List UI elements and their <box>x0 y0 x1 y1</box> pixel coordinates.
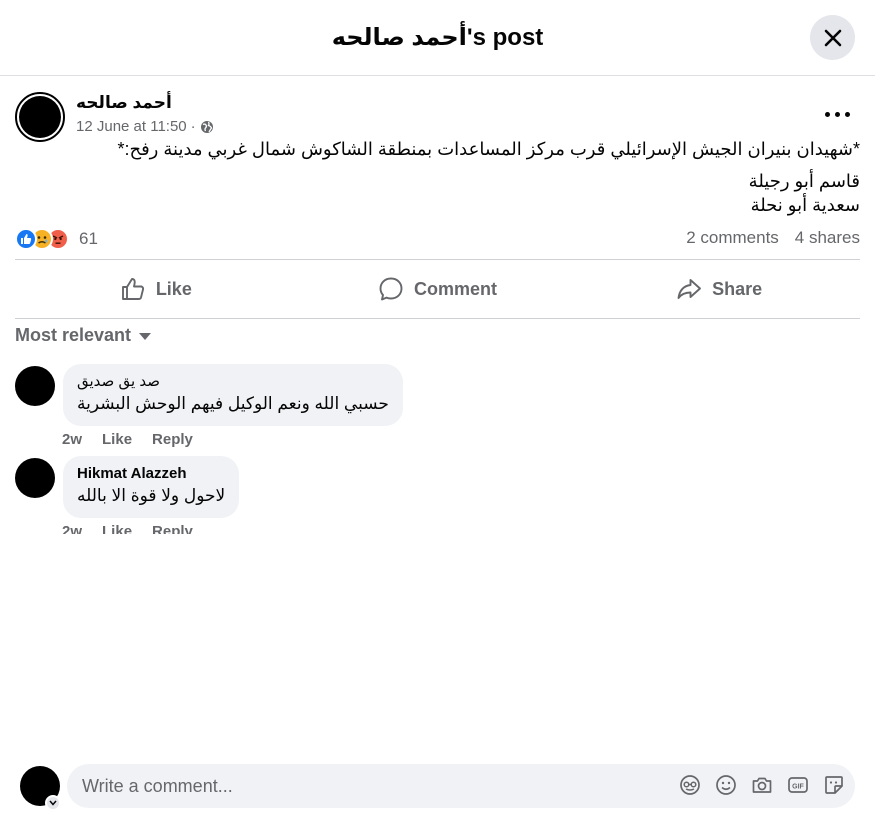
comment-bubble-icon <box>379 277 403 301</box>
post-date[interactable]: 12 June at 11:50 <box>76 118 187 135</box>
comment-label: Comment <box>414 278 498 299</box>
composer-tools: GIF <box>679 774 845 796</box>
share-label: Share <box>712 278 763 299</box>
comment-actions: 2w Like Reply <box>62 523 193 534</box>
comment-actions: 2w Like Reply <box>62 431 193 448</box>
like-reaction-icon <box>15 228 37 250</box>
caret-down-icon <box>139 333 152 340</box>
dialog-header: أحمد صالحه's post <box>0 0 875 76</box>
globe-icon <box>200 120 213 133</box>
comment-sort-dropdown[interactable]: Most relevant <box>15 325 152 346</box>
avatar-sticker-icon[interactable] <box>679 774 701 796</box>
svg-text:GIF: GIF <box>792 784 804 791</box>
comment-like-link[interactable]: Like <box>102 523 132 534</box>
engagement-counts: 2 comments 4 shares <box>686 228 860 248</box>
post-line: *شهيدان بنيران الجيش الإسرائيلي قرب مركز… <box>117 139 860 159</box>
dot-icon <box>835 111 840 117</box>
post-line: سعدية أبو نحلة <box>750 195 860 215</box>
sticker-icon[interactable] <box>823 774 845 796</box>
dialog-title: أحمد صالحه's post <box>331 24 544 51</box>
like-label: Like <box>155 278 192 299</box>
commenter-avatar[interactable] <box>15 458 55 498</box>
divider <box>15 318 860 319</box>
post-header: أحمد صالحه 12 June at 11:50 · <box>15 92 860 142</box>
comment-reply-link[interactable]: Reply <box>152 431 193 448</box>
share-button[interactable]: Share <box>578 260 860 318</box>
comment-like-link[interactable]: Like <box>102 431 132 448</box>
comment-input[interactable] <box>82 775 662 797</box>
reaction-count: 61 <box>79 229 98 248</box>
share-arrow-icon <box>677 279 702 299</box>
gif-icon[interactable]: GIF <box>787 774 809 796</box>
dot-icon <box>825 111 830 117</box>
shares-count-link[interactable]: 4 shares <box>795 228 860 248</box>
comment-text: حسبي الله ونعم الوكيل فيهم الوحش البشرية <box>77 394 389 413</box>
comment-time[interactable]: 2w <box>62 523 82 534</box>
reactions-summary[interactable]: 61 <box>15 226 98 252</box>
comments-count-link[interactable]: 2 comments <box>686 228 779 248</box>
comment-bubble: Hikmat Alazzeh لاحول ولا قوة الا بالله <box>63 456 240 518</box>
like-button[interactable]: Like <box>15 260 297 318</box>
dot-icon <box>845 111 850 117</box>
comment-text: لاحول ولا قوة الا بالله <box>77 486 226 505</box>
comment-composer: GIF <box>67 764 855 808</box>
post-dialog: أحمد صالحه's post أحمد صالحه 12 June at … <box>0 0 875 832</box>
camera-icon[interactable] <box>751 774 773 796</box>
comments-list: صد يق صديق حسبي الله ونعم الوكيل فيهم ال… <box>0 360 875 534</box>
post-line: قاسم أبو رجيلة <box>748 171 860 191</box>
emoji-icon[interactable] <box>715 774 737 796</box>
profile-switch-chevron-icon[interactable] <box>45 795 61 811</box>
close-button[interactable] <box>810 15 855 60</box>
post-text: *شهيدان بنيران الجيش الإسرائيلي قرب مركز… <box>15 137 860 217</box>
commenter-name[interactable]: صد يق صديق <box>77 372 389 392</box>
meta-separator: · <box>190 118 196 135</box>
sort-label: Most relevant <box>15 325 132 345</box>
comment-button[interactable]: Comment <box>297 260 579 318</box>
commenter-avatar[interactable] <box>15 366 55 406</box>
author-avatar[interactable] <box>15 92 65 142</box>
thumbs-up-icon <box>121 278 144 300</box>
post-author[interactable]: أحمد صالحه <box>76 93 172 113</box>
close-icon <box>824 29 841 46</box>
comment-time[interactable]: 2w <box>62 431 82 448</box>
comment-bubble: صد يق صديق حسبي الله ونعم الوكيل فيهم ال… <box>63 364 403 426</box>
more-options-button[interactable] <box>825 104 850 124</box>
commenter-name[interactable]: Hikmat Alazzeh <box>77 464 225 484</box>
comment-reply-link[interactable]: Reply <box>152 523 193 534</box>
post-actions: Like Comment Share <box>15 260 860 318</box>
post-meta: 12 June at 11:50 · <box>76 118 214 135</box>
